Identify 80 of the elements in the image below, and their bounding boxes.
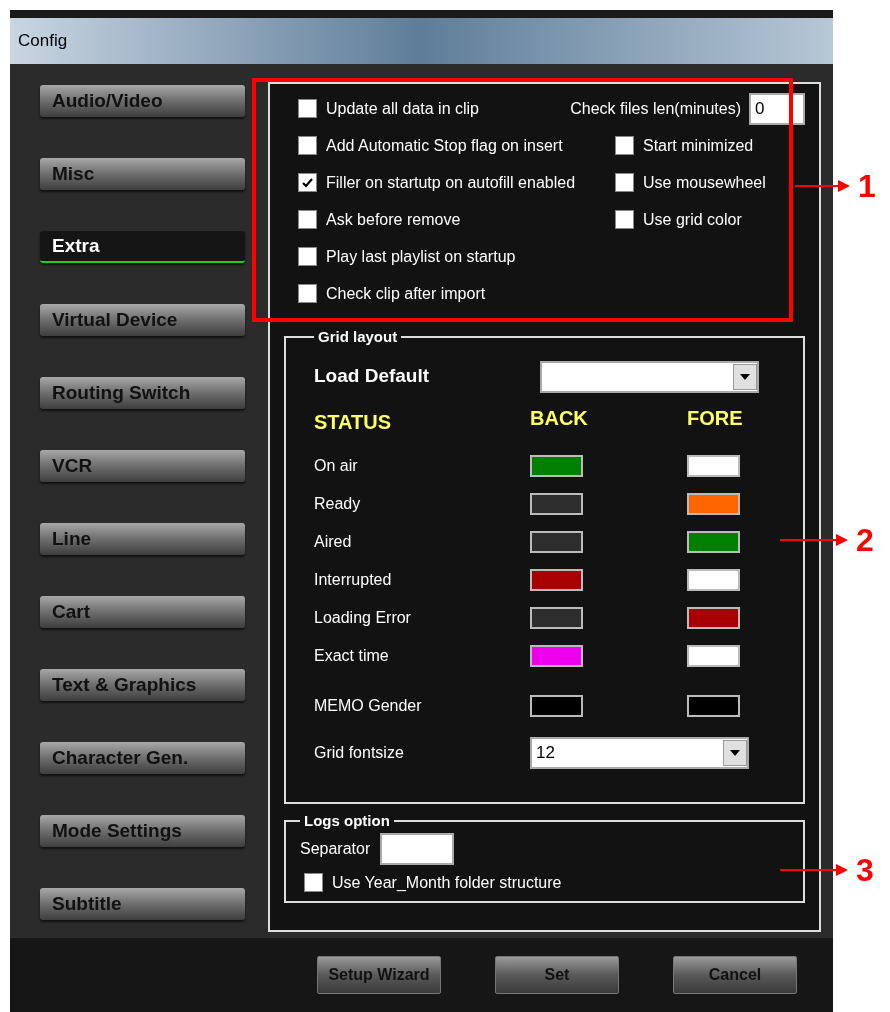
sidebar-tab[interactable]: Extra	[40, 231, 245, 263]
sidebar-tab[interactable]: Cart	[40, 596, 245, 628]
color-swatch[interactable]	[530, 694, 583, 717]
option-label: Ask before remove	[326, 209, 461, 230]
arrow-icon	[795, 180, 850, 192]
sidebar-tab[interactable]: Virtual Device	[40, 304, 245, 336]
dialog-button[interactable]: Setup Wizard	[317, 956, 441, 994]
color-swatch[interactable]	[530, 644, 583, 667]
color-swatch[interactable]	[530, 568, 583, 591]
status-label: Aired	[314, 531, 353, 552]
checkbox[interactable]	[304, 873, 323, 892]
color-swatch[interactable]	[687, 492, 740, 515]
status-label: On air	[314, 455, 359, 476]
checkbox[interactable]	[615, 210, 634, 229]
status-label: MEMO Gender	[314, 695, 423, 716]
option-label: Add Automatic Stop flag on insert	[326, 135, 563, 156]
color-swatch[interactable]	[687, 530, 740, 553]
callout-number: 1	[858, 170, 876, 202]
option-label: Update all data in clip	[326, 98, 479, 119]
color-swatch[interactable]	[687, 644, 740, 667]
color-swatch[interactable]	[687, 606, 740, 629]
checkmark-icon	[301, 176, 314, 189]
callout-number: 3	[856, 854, 874, 886]
option-label: Filler on startutp on autofill enabled	[326, 172, 576, 193]
sidebar-tab[interactable]: VCR	[40, 450, 245, 482]
input-field[interactable]: 0	[749, 92, 805, 125]
arrow-icon	[780, 864, 848, 876]
sidebar-tab[interactable]: Subtitle	[40, 888, 245, 920]
caret-icon	[733, 363, 757, 390]
option-label: Use mousewheel	[643, 172, 766, 193]
column-header: FORE	[687, 405, 744, 431]
checkbox[interactable]	[298, 173, 317, 192]
color-swatch[interactable]	[530, 492, 583, 515]
sidebar-tab[interactable]: Text & Graphics	[40, 669, 245, 701]
group-title: Logs option	[303, 811, 391, 831]
callout-number: 2	[856, 524, 874, 556]
checkbox[interactable]	[298, 247, 317, 266]
separator-label: Separator	[300, 838, 371, 859]
sidebar-tab[interactable]: Mode Settings	[40, 815, 245, 847]
status-label: Interrupted	[314, 569, 393, 590]
color-swatch[interactable]	[530, 606, 583, 629]
option-label: Use Year_Month folder structure	[332, 872, 562, 893]
sidebar-tab[interactable]: Audio/Video	[40, 85, 245, 117]
status-label: Exact time	[314, 645, 390, 666]
option-label: Start minimized	[643, 135, 754, 156]
sidebar-tab[interactable]: Line	[40, 523, 245, 555]
field-label: Check files len(minutes)	[570, 98, 741, 119]
dropdown-value: 12	[536, 741, 555, 764]
color-swatch[interactable]	[530, 530, 583, 553]
dropdown[interactable]: 12	[530, 736, 749, 769]
dialog-button[interactable]: Cancel	[673, 956, 797, 994]
group-title: Grid layout	[317, 327, 399, 347]
status-label: Loading Error	[314, 607, 412, 628]
load-default-label: Load Default	[314, 364, 430, 389]
option-label: Check clip after import	[326, 283, 486, 304]
color-swatch[interactable]	[530, 454, 583, 477]
color-swatch[interactable]	[687, 454, 740, 477]
checkbox[interactable]	[298, 99, 317, 118]
checkbox[interactable]	[298, 210, 317, 229]
status-label: Ready	[314, 493, 362, 514]
separator-field[interactable]	[380, 832, 455, 865]
font-size-label: Grid fontsize	[314, 742, 405, 763]
checkbox[interactable]	[615, 173, 634, 192]
arrow-icon	[780, 534, 848, 546]
column-header: STATUS	[314, 409, 393, 435]
sidebar-tab[interactable]: Character Gen.	[40, 742, 245, 774]
sidebar-tab[interactable]: Misc	[40, 158, 245, 190]
column-header: BACK	[530, 405, 589, 431]
checkbox[interactable]	[615, 136, 634, 155]
option-label: Play last playlist on startup	[326, 246, 516, 267]
dropdown[interactable]	[540, 360, 759, 393]
sidebar-tab[interactable]: Routing Switch	[40, 377, 245, 409]
caret-icon	[723, 739, 747, 766]
checkbox[interactable]	[298, 284, 317, 303]
checkbox[interactable]	[298, 136, 317, 155]
option-label: Use grid color	[643, 209, 742, 230]
color-swatch[interactable]	[687, 694, 740, 717]
dialog-button[interactable]: Set	[495, 956, 619, 994]
window-title: Config	[18, 30, 68, 53]
color-swatch[interactable]	[687, 568, 740, 591]
